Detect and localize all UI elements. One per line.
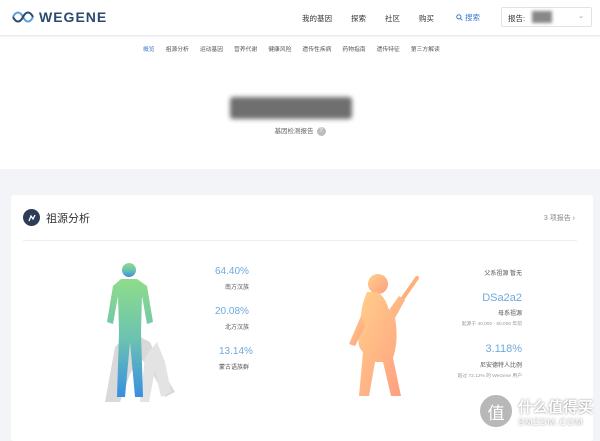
wegene-logo-icon [12,11,34,23]
ancestry-percent-1: 64.40% [215,266,249,277]
ancestry-label-3: 蒙古语族群 [219,365,250,371]
paternal-ancestry: 父系祖源 暂无 [484,271,522,277]
ancestry-label-1: 南方汉族 [225,285,250,291]
logo-text: WEGENE [39,9,108,25]
watermark-line-1: 什么值得买 [518,398,594,416]
nav-community[interactable]: 社区 [385,13,400,24]
nav-my-genes[interactable]: 我的基因 [302,13,332,24]
card-divider [23,240,577,241]
top-header: WEGENE 我的基因 探索 社区 购买 搜索 报告: ⌄ [0,0,600,36]
subnav-health-risk[interactable]: 健康风险 [268,44,291,53]
logo[interactable]: WEGENE [12,9,107,25]
redacted-user-name [230,97,352,119]
ancestry-percent-2: 20.08% [215,306,249,317]
subnav-third-party[interactable]: 第三方解读 [411,44,440,53]
top-nav: 我的基因 探索 社区 购买 [302,13,453,24]
search-link[interactable]: 搜索 [456,12,480,23]
ancestry-label-2: 北方汉族 [225,325,250,331]
search-label: 搜索 [465,13,480,22]
report-select[interactable]: 报告: ⌄ [501,7,592,27]
nav-buy[interactable]: 购买 [419,13,434,24]
sub-nav: 概览 祖源分析 运动基因 营养代谢 健康风险 遗传性疾病 药物指南 遗传特征 第… [143,44,451,53]
chevron-down-icon: ⌄ [578,13,584,20]
overview-section: 概览 祖源分析 运动基因 营养代谢 健康风险 遗传性疾病 药物指南 遗传特征 第… [0,37,600,169]
subnav-nutrition[interactable]: 营养代谢 [234,44,257,53]
subnav-traits[interactable]: 遗传特征 [377,44,400,53]
ancestry-percent-3: 13.14% [219,346,253,357]
maternal-origin: 起源于 40,000 - 60,000 年前 [461,322,522,327]
ancestry-title: 祖源分析 [46,212,90,225]
smzdm-watermark: 值 什么值得买 SMZDM.COM [478,393,593,429]
human-figure-illustration [105,263,175,402]
neanderthal-label: 尼安德特人比例 [479,363,522,369]
ancestry-reports-link[interactable]: 3 项报告 › [544,213,575,223]
ancestry-card-header: 祖源分析 [23,209,90,226]
report-subtitle: 基因检测报告? [0,125,600,136]
help-icon[interactable]: ? [316,126,326,136]
ancestry-icon [23,209,40,226]
subnav-ancestry[interactable]: 祖源分析 [166,44,189,53]
search-icon [456,14,463,21]
watermark-logo-icon: 值 [478,393,514,429]
nav-explore[interactable]: 探索 [351,13,366,24]
subnav-overview[interactable]: 概览 [143,44,155,53]
maternal-haplogroup[interactable]: DSa2a2 [482,292,522,304]
maternal-label: 母系祖源 [497,311,522,317]
neanderthal-percent: 3.118% [485,343,523,355]
watermark-line-2: SMZDM.COM [518,416,584,427]
neanderthal-illustration [349,274,419,396]
ancestry-reports-link-text: 3 项报告 [543,215,571,222]
subnav-sport[interactable]: 运动基因 [200,44,223,53]
subnav-genetic-disease[interactable]: 遗传性疾病 [302,44,331,53]
report-subtitle-text: 基因检测报告 [274,128,314,135]
subnav-drug-guide[interactable]: 药物指南 [342,44,365,53]
neanderthal-note: 超过 72.12% 的 WeGene 用户 [457,374,522,379]
redacted-report-name [532,11,552,23]
report-select-label: 报告: [508,14,526,23]
chevron-right-icon: › [572,215,575,222]
